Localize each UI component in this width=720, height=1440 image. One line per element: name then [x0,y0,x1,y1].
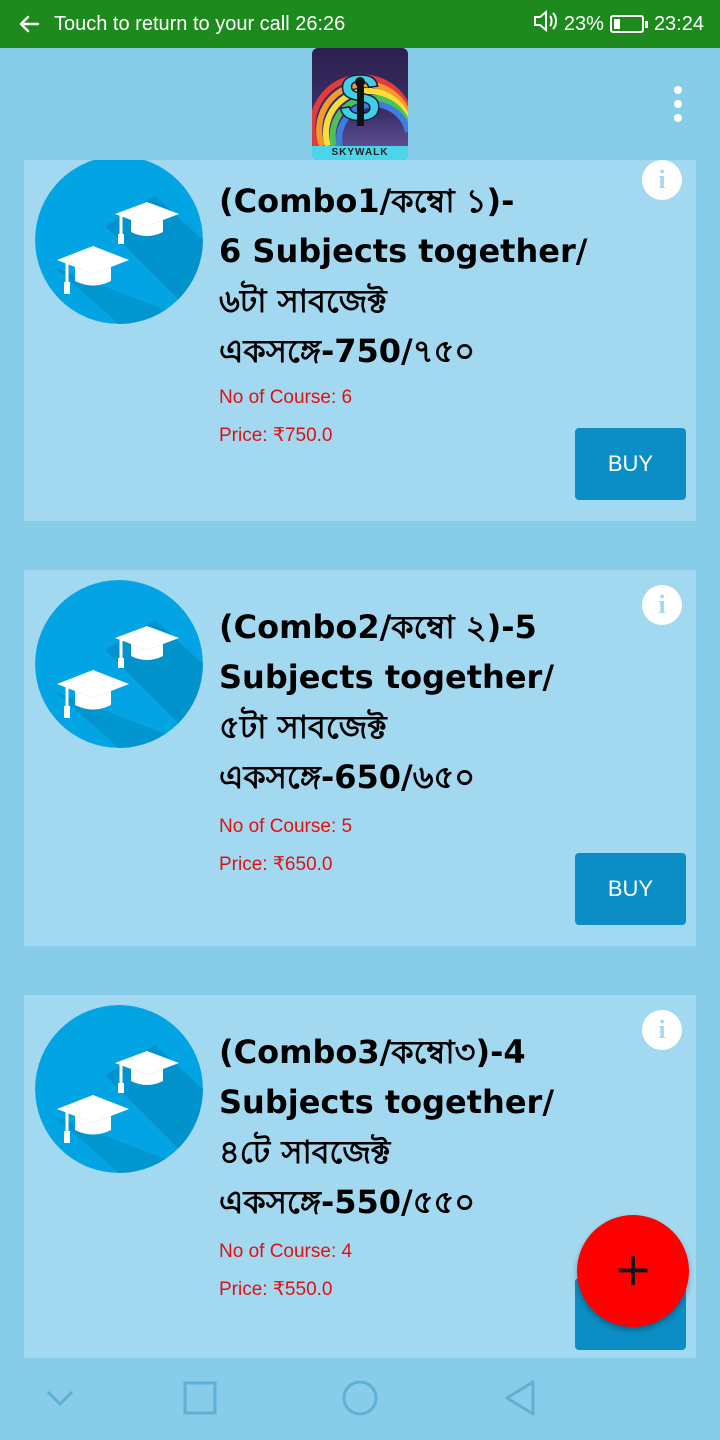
skywalk-logo: S SKYWALK [312,48,408,160]
arrow-left-icon[interactable] [18,10,46,38]
triangle-back-icon[interactable] [502,1378,538,1418]
course-count: No of Course: 5 [219,816,353,837]
course-price: Price: ₹550.0 [219,1279,333,1300]
info-icon[interactable]: i [642,1010,682,1050]
course-title-line: ৪টে সাবজেক্ট [219,1133,391,1171]
course-title: (Combo3/কম্বো৩)-4 Subjects together/ ৪টে… [219,1027,599,1227]
course-title-line: 6 Subjects together/ [219,232,588,270]
status-bar[interactable]: Touch to return to your call 26:26 23% 2… [0,0,720,48]
buy-button[interactable]: BUY [575,428,686,500]
system-nav-bar [0,1358,720,1440]
course-title: (Combo2/কম্বো ২)-5 Subjects together/ ৫ট… [219,602,599,802]
course-list[interactable]: (Combo1/কম্বো ১)- 6 Subjects together/ ৬… [24,160,696,1358]
add-fab-button[interactable]: + [577,1215,689,1327]
course-title-line: Subjects together/ [219,1083,554,1121]
status-indicators: 23% 23:24 [532,9,704,39]
course-title-line: (Combo1/কম্বো ১)- [219,182,515,220]
course-title-line: Subjects together/ [219,658,554,696]
course-count: No of Course: 6 [219,387,353,408]
course-card[interactable]: (Combo1/কম্বো ১)- 6 Subjects together/ ৬… [24,160,696,521]
chevron-down-icon[interactable] [44,1386,76,1410]
clock: 23:24 [653,12,704,35]
course-card[interactable]: (Combo2/কম্বো ২)-5 Subjects together/ ৫ট… [24,570,696,946]
course-title-line: (Combo2/কম্বো ২)-5 [219,608,537,646]
course-title-line: ৬টা সাবজেক্ট [219,282,387,320]
course-title-line: ৫টা সাবজেক্ট [219,708,387,746]
graduation-caps-icon [35,580,203,748]
course-title-line: একসঙ্গে-650/৬৫০ [219,758,476,796]
course-title-line: একসঙ্গে-550/৫৫০ [219,1183,476,1221]
course-count: No of Course: 4 [219,1241,353,1262]
square-icon[interactable] [182,1380,218,1416]
logo-text: SKYWALK [312,146,408,160]
course-price: Price: ₹750.0 [219,425,333,446]
speaker-icon [532,9,558,39]
return-to-call-text[interactable]: Touch to return to your call 26:26 [54,13,345,36]
graduation-caps-icon [35,160,203,324]
circle-icon[interactable] [340,1378,380,1418]
info-icon[interactable]: i [642,585,682,625]
battery-icon [609,15,648,33]
course-title-line: (Combo3/কম্বো৩)-4 [219,1033,526,1071]
course-title-line: একসঙ্গে-750/৭৫০ [219,332,476,370]
info-icon[interactable]: i [642,160,682,200]
battery-percent: 23% [563,12,604,35]
app-bar: S SKYWALK [0,48,720,160]
course-price: Price: ₹650.0 [219,854,333,875]
graduation-caps-icon [35,1005,203,1173]
buy-button[interactable]: BUY [575,853,686,925]
overflow-menu-icon[interactable] [672,86,684,122]
course-title: (Combo1/কম্বো ১)- 6 Subjects together/ ৬… [219,176,599,376]
